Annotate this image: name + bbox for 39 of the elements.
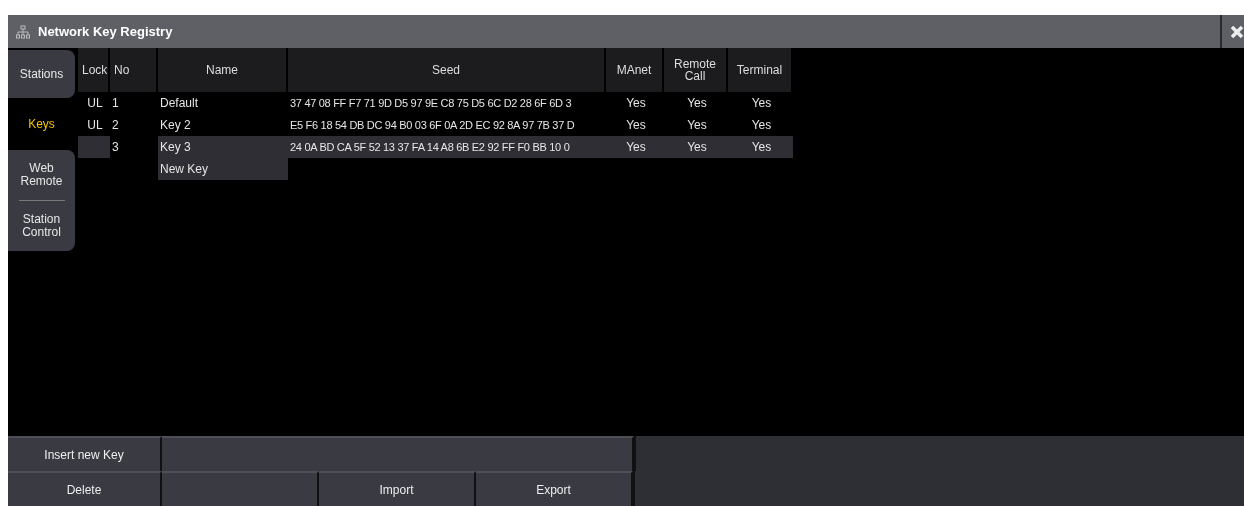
number-cell-text: 1	[111, 95, 120, 112]
manet-cell-text: Yes	[625, 117, 647, 134]
column-header[interactable]: Remote Call	[664, 48, 728, 92]
terminal-cell: Yes	[728, 136, 793, 158]
seed-cell-text: 37 47 08 FF F7 71 9D D5 97 9E C8 75 D5 6C D2 28 6F 6D 3	[289, 96, 573, 111]
name-cell-text: Key 2	[159, 117, 192, 134]
manet-cell: Yes	[606, 136, 664, 158]
name-cell: Key 3	[158, 136, 288, 158]
column-header[interactable]: Terminal	[728, 48, 793, 92]
lock-cell-text: UL	[86, 117, 104, 134]
remote-call-cell-text: Yes	[686, 117, 708, 134]
sidebar-tab[interactable]: Web Remote	[8, 150, 75, 200]
insert-key-button[interactable]: Insert new Key	[8, 436, 162, 471]
sidebar-tab[interactable]: Stations	[8, 50, 75, 98]
export-button[interactable]: Export	[476, 471, 633, 506]
sidebar-tab[interactable]: Station Control	[8, 201, 75, 251]
name-cell-text: Default	[159, 95, 200, 112]
column-header[interactable]: MAnet	[606, 48, 664, 92]
terminal-cell-text: Yes	[750, 95, 773, 112]
number-cell-text: 2	[111, 117, 120, 134]
delete-button[interactable]: Delete	[8, 471, 162, 506]
column-header[interactable]: No	[110, 48, 158, 92]
manet-cell-text: Yes	[625, 95, 647, 112]
number-cell-text: 3	[111, 139, 120, 156]
column-header[interactable]: Seed	[288, 48, 606, 92]
lock-cell	[78, 136, 110, 158]
remote-call-cell-text: Yes	[686, 95, 708, 112]
column-header[interactable]: Lock	[78, 48, 110, 92]
seed-cell: 24 0A BD CA 5F 52 13 37 FA 14 A8 6B E2 92 FF F0 BB 10 0	[288, 136, 606, 158]
terminal-cell-text: Yes	[750, 117, 773, 134]
close-icon[interactable]	[1230, 24, 1244, 39]
window-title: Network Key Registry	[38, 24, 173, 39]
network-icon	[16, 24, 30, 39]
column-header[interactable]: Name	[158, 48, 288, 92]
new-key-cell[interactable]: New Key	[158, 158, 288, 180]
seed-cell-text: E5 F6 18 54 DB DC 94 B0 03 6F 0A 2D EC 92 8A 97 7B 37 D	[289, 118, 576, 133]
import-button[interactable]: Import	[319, 471, 476, 506]
remote-call-cell: Yes	[664, 136, 728, 158]
lock-cell-text: UL	[86, 95, 104, 112]
